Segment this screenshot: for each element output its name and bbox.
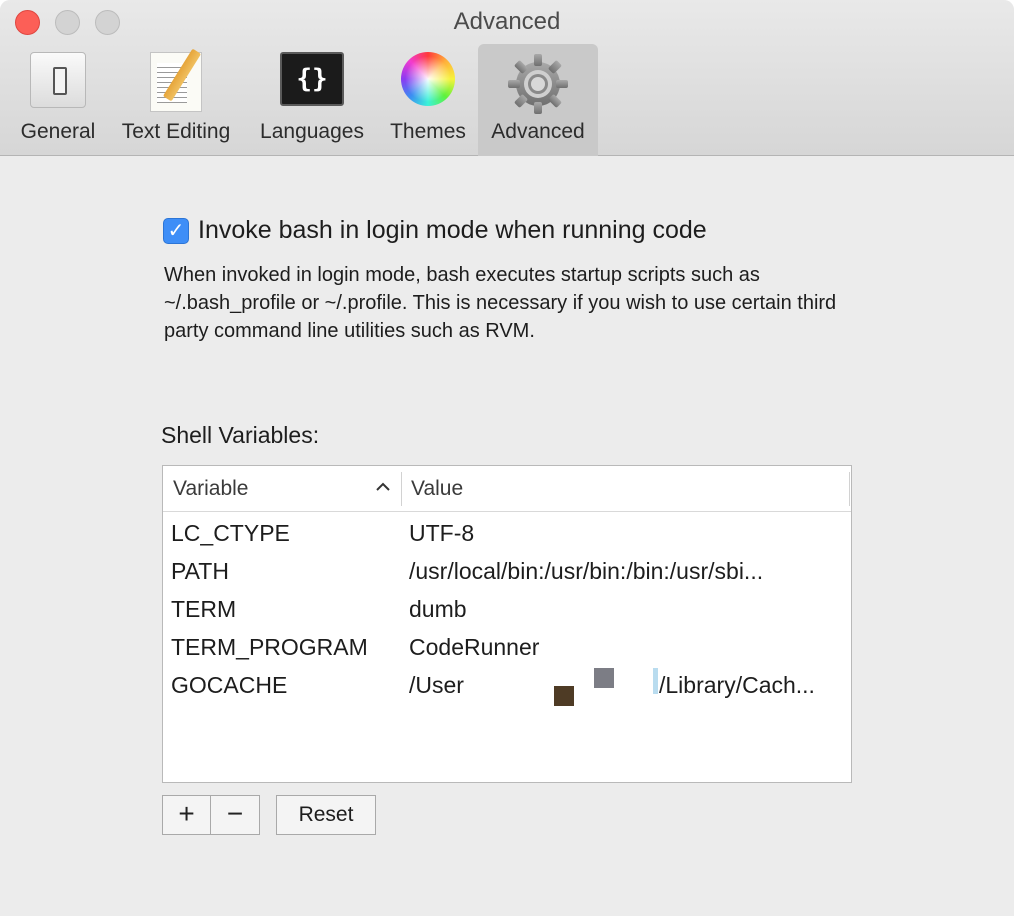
- value-cell-suffix: /Library/Cach...: [659, 672, 815, 698]
- tab-text-editing[interactable]: Text Editing: [111, 44, 241, 156]
- text-editing-icon: [150, 48, 202, 112]
- table-row[interactable]: TERM dumb: [163, 590, 851, 628]
- login-mode-checkbox[interactable]: ✓: [163, 218, 189, 244]
- tab-themes[interactable]: Themes: [382, 44, 474, 156]
- tab-languages-label: Languages: [260, 120, 364, 143]
- tab-languages[interactable]: {} Languages: [250, 44, 374, 156]
- toolbar: Advanced General Text Editing {} Languag…: [0, 0, 1014, 156]
- gear-icon: [508, 54, 568, 114]
- add-variable-button[interactable]: +: [163, 796, 211, 834]
- variable-cell: LC_CTYPE: [171, 520, 290, 546]
- table-header: Variable Value: [163, 466, 851, 512]
- sort-ascending-icon[interactable]: [373, 478, 393, 498]
- shell-variables-label: Shell Variables:: [161, 422, 320, 448]
- value-cell: /usr/local/bin:/usr/bin:/bin:/usr/sbi...: [409, 558, 764, 584]
- shell-variables-table[interactable]: Variable Value LC_CTYPE UTF-8 PATH /usr/…: [162, 465, 852, 783]
- column-divider[interactable]: [849, 472, 850, 506]
- add-remove-buttons: + −: [162, 795, 260, 835]
- languages-icon: {}: [280, 52, 344, 106]
- value-cell: dumb: [409, 596, 467, 622]
- tab-text-editing-label: Text Editing: [121, 120, 231, 143]
- redaction-mark: [653, 668, 658, 694]
- tab-advanced[interactable]: Advanced: [478, 44, 598, 156]
- variable-cell: TERM: [171, 596, 237, 622]
- value-cell: CodeRunner: [409, 634, 540, 660]
- column-divider[interactable]: [401, 472, 402, 506]
- table-row[interactable]: PATH /usr/local/bin:/usr/bin:/bin:/usr/s…: [163, 552, 851, 590]
- general-icon: [30, 52, 86, 108]
- variable-cell: PATH: [171, 558, 229, 584]
- redaction-mark: [554, 686, 574, 706]
- tab-advanced-label: Advanced: [491, 120, 585, 143]
- table-row[interactable]: TERM_PROGRAM CodeRunner: [163, 628, 851, 666]
- login-mode-label[interactable]: Invoke bash in login mode when running c…: [198, 216, 707, 245]
- window-title: Advanced: [453, 8, 561, 35]
- variable-cell: GOCACHE: [171, 672, 288, 698]
- value-cell: UTF-8: [409, 520, 475, 546]
- column-header-value[interactable]: Value: [411, 466, 841, 512]
- login-mode-description: When invoked in login mode, bash execute…: [164, 264, 837, 342]
- tab-general-label: General: [20, 120, 96, 143]
- redaction-mark: [594, 668, 614, 688]
- preferences-window: Advanced General Text Editing {} Languag…: [0, 0, 1014, 916]
- tab-themes-label: Themes: [390, 120, 466, 143]
- table-row[interactable]: LC_CTYPE UTF-8: [163, 514, 851, 552]
- variable-cell: TERM_PROGRAM: [171, 634, 368, 660]
- color-wheel-icon: [401, 52, 455, 106]
- reset-button[interactable]: Reset: [276, 795, 376, 835]
- remove-variable-button[interactable]: −: [211, 796, 259, 834]
- tab-general[interactable]: General: [12, 44, 104, 156]
- column-header-variable[interactable]: Variable: [173, 466, 401, 512]
